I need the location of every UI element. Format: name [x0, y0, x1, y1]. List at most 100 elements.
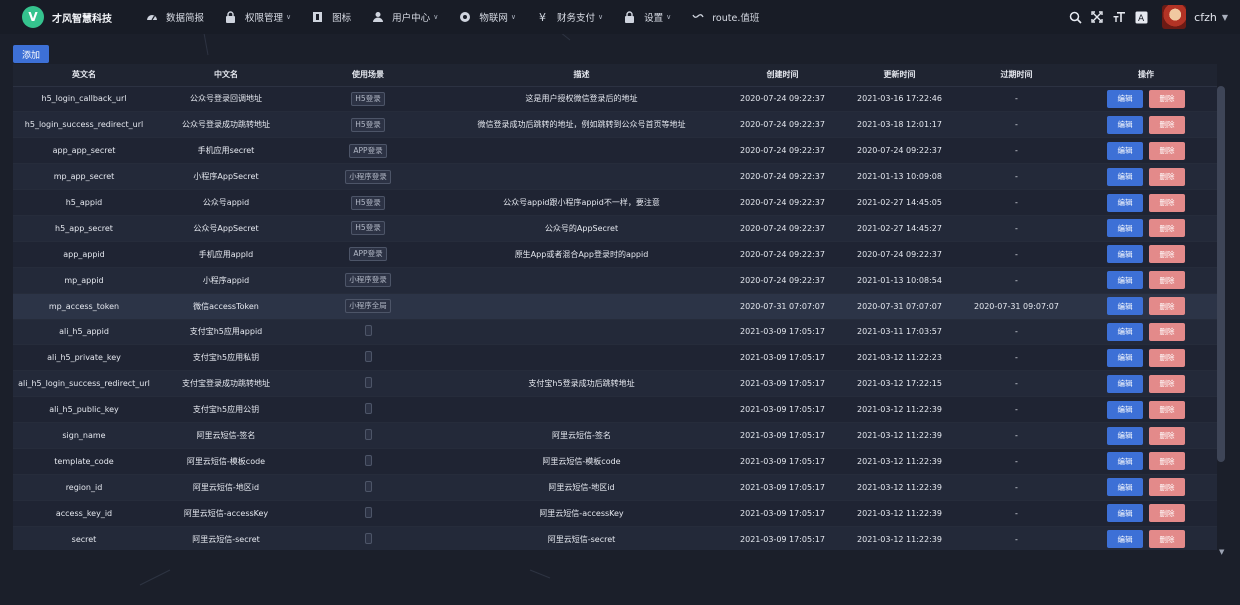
delete-button[interactable]: 删除 — [1149, 89, 1185, 108]
table-row[interactable]: ali_h5_appid 支付宝h5应用appid 2021-03-09 17:05… — [13, 319, 1217, 346]
table-row[interactable]: h5_appid 公众号appid H5登录 公众号appid跟小程序appid不一样… — [13, 189, 1217, 216]
edit-button[interactable]: 编辑 — [1107, 297, 1143, 316]
cell-chinese-name: 公众号AppSecret — [155, 215, 297, 242]
delete-button[interactable]: 删除 — [1149, 245, 1185, 264]
delete-button[interactable]: 删除 — [1149, 452, 1185, 471]
delete-button[interactable]: 删除 — [1149, 530, 1185, 549]
cell-chinese-name: 支付宝登录成功跳转地址 — [155, 370, 297, 398]
column-header[interactable]: 使用场景 — [297, 64, 439, 87]
delete-button[interactable]: 删除 — [1149, 219, 1185, 238]
add-button[interactable]: 添加 — [13, 45, 49, 63]
table-row[interactable]: secret 阿里云短信-secret 阿里云短信-secret 2021-03-09… — [13, 526, 1217, 550]
edit-button[interactable]: 编辑 — [1107, 219, 1143, 238]
edit-button[interactable]: 编辑 — [1107, 530, 1143, 549]
table-row[interactable]: mp_access_token 微信accessToken 小程序全局 2020-07… — [13, 293, 1217, 320]
menu-item-settings[interactable]: 设置 ∨ — [613, 0, 681, 34]
delete-button[interactable]: 删除 — [1149, 167, 1185, 186]
delete-button[interactable]: 删除 — [1149, 348, 1185, 367]
cell-updated-time: 2021-02-27 14:45:05 — [841, 189, 958, 216]
vertical-scrollbar[interactable] — [1217, 86, 1225, 462]
chevron-down-icon[interactable]: ▼ — [1222, 13, 1228, 22]
translate-icon[interactable]: A — [1130, 6, 1152, 28]
menu-item-dashboard[interactable]: 数据简报 — [135, 0, 214, 34]
table-row[interactable]: h5_login_callback_url 公众号登录回调地址 H5登录 这是用户授权… — [13, 86, 1217, 113]
menu-item-finance[interactable]: ¥ 财务支付 ∨ — [526, 0, 613, 34]
menu-item-iot[interactable]: 物联网 ∨ — [448, 0, 526, 34]
cell-created-time: 2021-03-09 17:05:17 — [724, 370, 841, 398]
column-header[interactable]: 中文名 — [155, 64, 297, 87]
edit-button[interactable]: 编辑 — [1107, 141, 1143, 160]
search-icon[interactable] — [1064, 6, 1086, 28]
delete-button[interactable]: 删除 — [1149, 271, 1185, 290]
menu-item-permissions[interactable]: 权限管理 ∨ — [214, 0, 301, 34]
cell-description — [439, 396, 724, 424]
fullscreen-icon[interactable] — [1086, 6, 1108, 28]
cell-created-time: 2020-07-24 09:22:37 — [724, 189, 841, 216]
cell-chinese-name: 微信accessToken — [155, 293, 297, 320]
edit-button[interactable]: 编辑 — [1107, 478, 1143, 497]
cell-description: 阿里云短信-地区id — [439, 474, 724, 501]
table-row[interactable]: mp_appid 小程序appid 小程序登录 2020-07-24 09:22:37… — [13, 267, 1217, 294]
cell-scene: 小程序登录 — [297, 163, 439, 191]
edit-button[interactable]: 编辑 — [1107, 400, 1143, 419]
font-size-icon[interactable] — [1108, 6, 1130, 28]
cell-description: 公众号appid跟小程序appid不一样，要注意 — [439, 189, 724, 216]
column-header[interactable]: 更新时间 — [841, 64, 958, 87]
edit-button[interactable]: 编辑 — [1107, 193, 1143, 212]
menu-item-user-center[interactable]: 用户中心 ∨ — [361, 0, 448, 34]
edit-button[interactable]: 编辑 — [1107, 167, 1143, 186]
table-row[interactable]: template_code 阿里云短信-模板code 阿里云短信-模板code 202… — [13, 448, 1217, 475]
column-header[interactable]: 英文名 — [13, 64, 155, 87]
table-row[interactable]: ali_h5_private_key 支付宝h5应用私钥 2021-03-09 17… — [13, 344, 1217, 372]
image-icon — [311, 11, 324, 24]
delete-button[interactable]: 删除 — [1149, 478, 1185, 497]
avatar[interactable] — [1162, 5, 1187, 29]
table-row[interactable]: access_key_id 阿里云短信-accessKey 阿里云短信-access… — [13, 500, 1217, 527]
scroll-down-icon[interactable]: ▼ — [1219, 548, 1224, 556]
username[interactable]: cfzh — [1194, 11, 1217, 24]
delete-button[interactable]: 删除 — [1149, 141, 1185, 160]
delete-button[interactable]: 删除 — [1149, 297, 1185, 316]
delete-button[interactable]: 删除 — [1149, 504, 1185, 523]
edit-button[interactable]: 编辑 — [1107, 374, 1143, 393]
cell-actions: 编辑 删除 — [1075, 267, 1217, 294]
cell-created-time: 2021-03-09 17:05:17 — [724, 396, 841, 424]
edit-button[interactable]: 编辑 — [1107, 452, 1143, 471]
edit-button[interactable]: 编辑 — [1107, 89, 1143, 108]
cell-scene — [297, 422, 439, 449]
table-row[interactable]: sign_name 阿里云短信-签名 阿里云短信-签名 2021-03-09 17:0… — [13, 422, 1217, 449]
delete-button[interactable]: 删除 — [1149, 426, 1185, 445]
table-row[interactable]: ali_h5_public_key 支付宝h5应用公钥 2021-03-09 17:… — [13, 396, 1217, 424]
column-header[interactable]: 描述 — [439, 64, 724, 87]
cell-chinese-name: 阿里云短信-模板code — [155, 448, 297, 475]
delete-button[interactable]: 删除 — [1149, 322, 1185, 341]
table-row[interactable]: app_appid 手机应用appId APP登录 原生App或者混合App登录时的a… — [13, 241, 1217, 268]
menu-item-icons[interactable]: 图标 — [301, 0, 361, 34]
table-row[interactable]: h5_login_success_redirect_url 公众号登录成功跳转地址… — [13, 111, 1217, 139]
brand[interactable]: V 才风智慧科技 — [0, 6, 135, 28]
menu-item-label: 用户中心 — [392, 13, 431, 24]
column-header[interactable]: 过期时间 — [958, 64, 1075, 87]
cell-english-name: mp_appid — [13, 267, 155, 294]
table-row[interactable]: mp_app_secret 小程序AppSecret 小程序登录 2020-07-24… — [13, 163, 1217, 191]
delete-button[interactable]: 删除 — [1149, 115, 1185, 134]
table-body: h5_login_callback_url 公众号登录回调地址 H5登录 这是用户授权… — [13, 86, 1217, 550]
edit-button[interactable]: 编辑 — [1107, 426, 1143, 445]
edit-button[interactable]: 编辑 — [1107, 504, 1143, 523]
cell-updated-time: 2021-03-12 17:22:15 — [841, 370, 958, 398]
table-row[interactable]: app_app_secret 手机应用secret APP登录 2020-07-24 … — [13, 137, 1217, 165]
table-row[interactable]: h5_app_secret 公众号AppSecret H5登录 公众号的AppSecr… — [13, 215, 1217, 242]
table-row[interactable]: region_id 阿里云短信-地区id 阿里云短信-地区id 2021-03-09 … — [13, 474, 1217, 501]
column-header[interactable]: 创建时间 — [724, 64, 841, 87]
delete-button[interactable]: 删除 — [1149, 374, 1185, 393]
edit-button[interactable]: 编辑 — [1107, 245, 1143, 264]
edit-button[interactable]: 编辑 — [1107, 115, 1143, 134]
edit-button[interactable]: 编辑 — [1107, 322, 1143, 341]
cell-created-time: 2020-07-24 09:22:37 — [724, 215, 841, 242]
edit-button[interactable]: 编辑 — [1107, 348, 1143, 367]
table-row[interactable]: ali_h5_login_success_redirect_url 支付宝登录成功… — [13, 370, 1217, 398]
edit-button[interactable]: 编辑 — [1107, 271, 1143, 290]
menu-item-duty[interactable]: route.值班 — [681, 0, 769, 34]
delete-button[interactable]: 删除 — [1149, 400, 1185, 419]
delete-button[interactable]: 删除 — [1149, 193, 1185, 212]
